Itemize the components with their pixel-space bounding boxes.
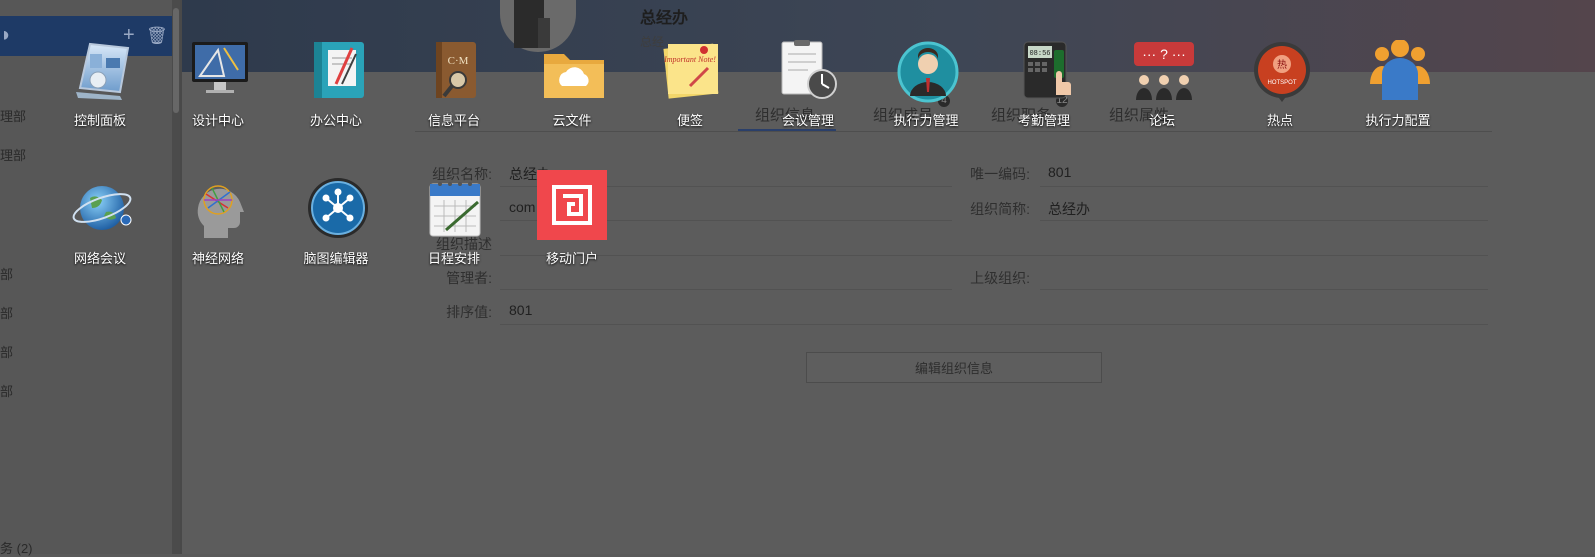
app-mindmap-editor[interactable]: 脑图编辑器 (286, 178, 386, 278)
app-executive-management[interactable]: 执行力管理 (876, 40, 976, 140)
sort-order-value: 801 (509, 302, 533, 318)
app-label: 考勤管理 (1017, 113, 1070, 128)
office-center-icon (306, 40, 370, 104)
note-text: Important Note! (663, 55, 716, 64)
sort-order-label: 排序值: (446, 304, 492, 320)
divider (500, 289, 952, 290)
brain-icon (188, 178, 252, 242)
app-label: 网络会议 (73, 251, 126, 266)
tree-item[interactable]: 部 (0, 342, 13, 361)
org-short-name-value: 总经办 (1048, 201, 1090, 217)
tree-item[interactable]: 部 (0, 303, 13, 322)
app-info-platform[interactable]: C·M 信息平台 (404, 40, 504, 140)
app-label: 移动门户 (545, 251, 598, 266)
cloud-folder-icon (542, 40, 606, 104)
app-cloud-files[interactable]: 云文件 (522, 40, 622, 140)
hot-text: 热 (1277, 58, 1287, 71)
app-hotspot[interactable]: 热 HOTSPOT 热点 (1230, 40, 1330, 140)
tree-item[interactable]: 理部 (0, 106, 26, 125)
clock-text: 08:56 (1029, 50, 1050, 58)
app-neural-network[interactable]: 神经网络 (168, 178, 268, 278)
app-label: 办公中心 (309, 113, 362, 128)
app-label: 云文件 (552, 113, 592, 128)
app-label: 论坛 (1148, 113, 1175, 128)
tree-item[interactable]: 部 (0, 264, 13, 283)
attendance-icon: 08:56 (1014, 40, 1078, 104)
mindmap-icon (306, 178, 370, 242)
hotspot-icon: 热 HOTSPOT (1250, 40, 1314, 104)
calendar-icon (424, 178, 488, 242)
design-center-icon (188, 40, 252, 104)
app-forum[interactable]: ··· ? ··· 论坛 (1112, 40, 1212, 140)
control-panel-icon (70, 40, 134, 104)
app-label: 日程安排 (427, 251, 480, 266)
app-label: 会议管理 (781, 113, 834, 128)
org-title: 总经办 (640, 10, 689, 27)
unique-code-value: 801 (1048, 164, 1072, 180)
app-mobile-portal[interactable]: 移动门户 (522, 170, 622, 270)
forum-icon: ··· ? ··· (1132, 40, 1196, 104)
app-schedule[interactable]: 日程安排 (404, 178, 504, 278)
unique-code-label: 唯一编码: (970, 166, 1030, 182)
app-label: 便签 (676, 113, 703, 128)
parent-org-label: 上级组织: (970, 270, 1030, 286)
app-label: 设计中心 (191, 113, 244, 128)
app-label: 热点 (1266, 113, 1293, 128)
divider (500, 324, 1488, 325)
app-label: 信息平台 (427, 113, 480, 128)
globe-icon (70, 178, 134, 242)
app-team-config[interactable]: 执行力配置 (1348, 40, 1448, 140)
edit-org-button[interactable]: 编辑组织信息 (806, 352, 1102, 383)
collapse-icon[interactable]: ◗ (0, 24, 12, 47)
tree-item[interactable]: 部 (0, 381, 13, 400)
app-label: 控制面板 (73, 113, 126, 128)
app-label: 执行力配置 (1365, 113, 1431, 128)
hotspot-text: HOTSPOT (1267, 80, 1296, 86)
org-short-name-label: 组织简称: (970, 201, 1030, 217)
tree-item[interactable]: 理部 (0, 145, 26, 164)
tree-item[interactable]: 务 (2) (0, 538, 33, 557)
app-web-conference[interactable]: 网络会议 (50, 178, 150, 278)
divider (1040, 289, 1488, 290)
team-config-icon (1368, 40, 1432, 104)
mobile-portal-icon (537, 170, 607, 240)
meeting-icon (778, 40, 842, 104)
divider (1040, 220, 1488, 221)
divider (500, 255, 1488, 256)
app-label: 神经网络 (191, 251, 244, 266)
executive-icon (896, 40, 960, 104)
app-sticky-note[interactable]: Important Note! 便签 (640, 40, 740, 140)
app-office-center[interactable]: 办公中心 (286, 40, 386, 140)
svg-text:··· ? ···: ··· ? ··· (1142, 46, 1186, 62)
app-meeting-management[interactable]: 会议管理 (758, 40, 858, 140)
app-label: 脑图编辑器 (303, 251, 369, 266)
app-attendance-management[interactable]: 08:56 考勤管理 (994, 40, 1094, 140)
app-label: 执行力管理 (893, 113, 959, 128)
app-control-panel[interactable]: 控制面板 (50, 40, 150, 140)
cm-text: C·M (448, 55, 469, 67)
info-platform-icon: C·M (424, 40, 488, 104)
divider (1040, 186, 1488, 187)
sticky-note-icon: Important Note! (660, 40, 724, 104)
app-design-center[interactable]: 设计中心 (168, 40, 268, 140)
